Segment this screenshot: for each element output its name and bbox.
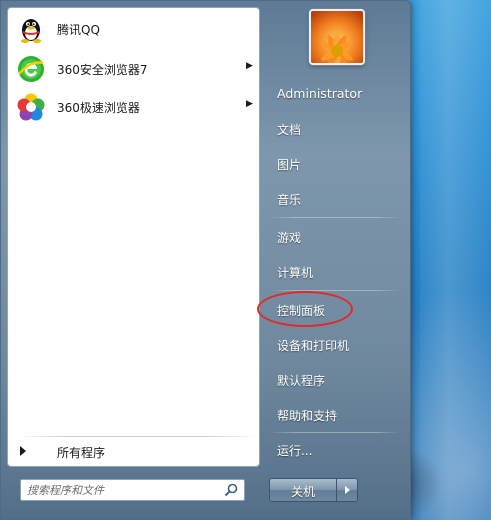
start-menu: 腾讯QQ 360安全浏览器7 ▶ 360极速浏览器 ▶ 所有程序 搜索程序和文件… bbox=[0, 0, 411, 520]
triangle-right-icon bbox=[345, 486, 350, 494]
link-label: 图片 bbox=[277, 158, 302, 172]
highlight-circle bbox=[257, 291, 353, 327]
link-run[interactable]: 运行... bbox=[265, 434, 405, 464]
link-label: 音乐 bbox=[277, 193, 302, 207]
link-games[interactable]: 游戏 bbox=[265, 221, 405, 251]
pinned-item-360-speed-browser[interactable]: 360极速浏览器 ▶ bbox=[12, 90, 256, 124]
divider bbox=[269, 432, 401, 433]
link-label: 计算机 bbox=[277, 266, 314, 280]
user-name: Administrator bbox=[277, 86, 363, 101]
triangle-right-icon bbox=[20, 446, 26, 456]
pinned-item-label: 360安全浏览器7 bbox=[57, 63, 148, 77]
pinned-item-label: 360极速浏览器 bbox=[57, 101, 140, 115]
divider bbox=[18, 436, 256, 437]
shutdown-options-button[interactable] bbox=[337, 478, 358, 502]
link-music[interactable]: 音乐 bbox=[265, 183, 405, 213]
link-pictures[interactable]: 图片 bbox=[265, 148, 405, 178]
link-label: 文档 bbox=[277, 123, 302, 137]
link-label: 帮助和支持 bbox=[277, 409, 338, 423]
all-programs-label: 所有程序 bbox=[57, 446, 106, 460]
link-label: 设备和打印机 bbox=[277, 339, 350, 353]
shutdown-label: 关机 bbox=[290, 485, 315, 499]
search-input[interactable] bbox=[27, 482, 217, 498]
pinned-item-360-browser[interactable]: 360安全浏览器7 ▶ bbox=[12, 52, 256, 86]
search-box[interactable] bbox=[20, 479, 245, 501]
link-label: 运行... bbox=[277, 444, 313, 458]
divider bbox=[269, 290, 401, 291]
link-help-support[interactable]: 帮助和支持 bbox=[265, 399, 405, 429]
link-label: 游戏 bbox=[277, 231, 302, 245]
shutdown-button[interactable]: 关机 bbox=[269, 478, 337, 502]
360-browser-icon bbox=[16, 54, 46, 84]
submenu-arrow-icon: ▶ bbox=[246, 61, 253, 71]
link-devices-printers[interactable]: 设备和打印机 bbox=[265, 329, 405, 359]
pinned-item-qq[interactable]: 腾讯QQ bbox=[12, 12, 256, 46]
divider bbox=[269, 217, 401, 218]
pinned-item-label: 腾讯QQ bbox=[57, 23, 100, 37]
360-speed-browser-icon bbox=[16, 92, 46, 122]
user-picture[interactable] bbox=[309, 9, 365, 65]
user-name-link[interactable]: Administrator bbox=[265, 78, 405, 108]
link-label: 默认程序 bbox=[277, 374, 326, 388]
places-pane: Administrator 文档 图片 音乐 游戏 计算机 控制面板 设备和打印… bbox=[257, 1, 411, 520]
link-documents[interactable]: 文档 bbox=[265, 113, 405, 143]
search-icon[interactable] bbox=[224, 483, 238, 497]
link-computer[interactable]: 计算机 bbox=[265, 256, 405, 286]
programs-pane: 腾讯QQ 360安全浏览器7 ▶ 360极速浏览器 ▶ 所有程序 bbox=[7, 7, 260, 467]
qq-penguin-icon bbox=[16, 14, 46, 44]
all-programs-button[interactable]: 所有程序 bbox=[14, 440, 254, 464]
link-default-programs[interactable]: 默认程序 bbox=[265, 364, 405, 394]
submenu-arrow-icon: ▶ bbox=[246, 99, 253, 109]
